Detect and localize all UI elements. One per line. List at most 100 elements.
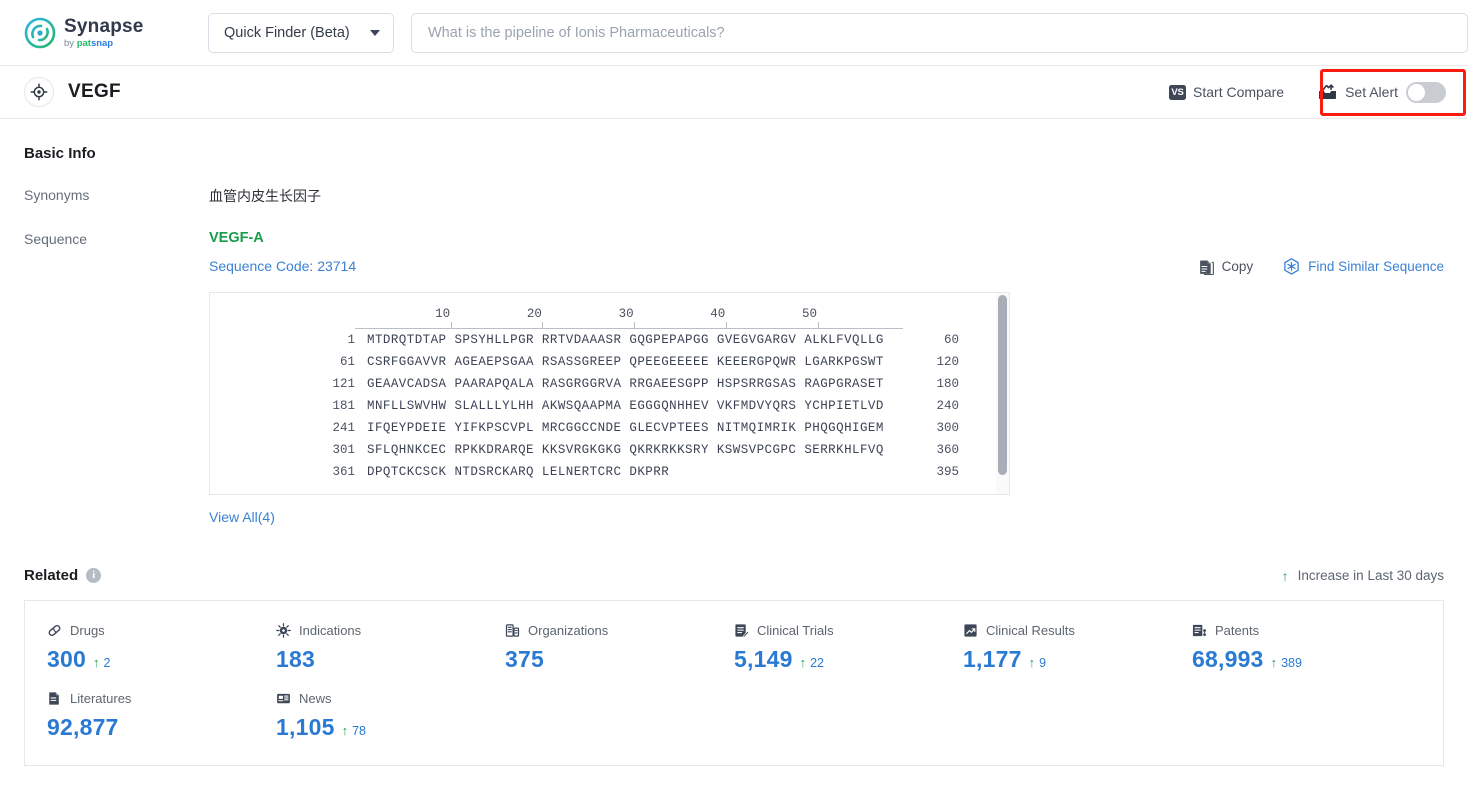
ruler-tick: 10 [435,307,451,321]
sequence-line: 301 SFLQHNKCEC RPKKDRARQE KKSVRGKGKG QKRK… [210,439,1009,461]
stat-value-row: 1,105 ↑ 78 [276,714,505,741]
stats-grid: Drugs 300 ↑ 2 Indications 183 Organizations 375… [25,623,1443,741]
stat-label: Patents [1215,623,1260,638]
sequence-residues: DPQTCKCSCK NTDSRCKARQ LELNERTCRC DKPRR [367,465,670,479]
stat-label-row: Literatures [47,691,276,706]
search-input[interactable] [411,12,1468,53]
sequence-scrollbar-thumb[interactable] [998,295,1007,475]
ruler-tickmark [542,322,544,328]
sequence-residues: GEAAVCADSA PAARAPQALA RASGRGGRVA RRGAEES… [367,377,884,391]
ruler-tick: 50 [801,307,818,321]
ruler-tickmark [634,322,636,328]
up-arrow-icon: ↑ [799,655,807,670]
sequence-start-index: 1 [347,333,355,347]
toggle-knob [1408,83,1425,101]
up-arrow-icon: ↑ [92,655,100,670]
find-similar-label: Find Similar Sequence [1308,259,1444,274]
copy-label: Copy [1221,259,1254,274]
info-icon[interactable]: i [86,568,102,583]
up-arrow-icon: ↑ [1028,655,1036,670]
stat-delta-value: 2 [103,656,111,670]
stat-label: Drugs [70,623,105,638]
stat-value-row: 5,149 ↑ 22 [734,646,963,673]
sequence-viewer[interactable]: 10 20 30 40 50 1 MTDRQTDTAP SPSYHLLPGR RRTVDA… [209,292,1010,495]
copy-button[interactable]: Copy [1199,259,1254,275]
sequence-residues: MNFLLSWVHW SLALLLYLHH AKWSQAAPMA EGGGQNH… [367,399,884,413]
stat-value: 1,105 [276,714,335,740]
stat-card[interactable]: Drugs 300 ↑ 2 [47,623,276,673]
copy-icon [1199,259,1214,275]
set-alert-toggle[interactable] [1406,81,1446,103]
quick-finder-select[interactable]: Quick Finder (Beta) [208,12,394,53]
sequence-residues: SFLQHNKCEC RPKKDRARQE KKSVRGKGKG QKRKRKK… [367,443,884,457]
stat-delta-value: 22 [810,656,824,670]
stat-card[interactable]: Literatures 92,877 [47,691,276,741]
related-header: Related i ↑ Increase in Last 30 days [24,567,1444,584]
stat-value: 92,877 [47,714,119,740]
main-content: Basic Info Synonyms 血管内皮生长因子 Sequence Co… [0,145,1468,766]
vs-badge-icon: VS [1169,84,1187,100]
start-compare-label: Start Compare [1193,84,1285,100]
related-stats-card: Drugs 300 ↑ 2 Indications 183 Organizations 375… [24,600,1444,766]
stat-label: Indications [299,623,362,638]
stat-card[interactable]: Clinical Trials 5,149 ↑ 22 [734,623,963,673]
entity-identity: VEGF [24,77,121,107]
logo-tagline: by patsnap [64,37,114,49]
news-icon [276,691,291,706]
up-arrow-icon: ↑ [1270,655,1278,670]
stat-label-row: Drugs [47,623,276,638]
sequence-content: 10 20 30 40 50 1 MTDRQTDTAP SPSYHLLPGR RRTVDA… [210,293,1009,483]
target-icon [24,77,54,107]
find-similar-sequence-button[interactable]: Find Similar Sequence [1283,258,1444,275]
sequence-name: VEGF-A [209,230,264,246]
sequence-residues: MTDRQTDTAP SPSYHLLPGR RRTVDAAASR GQGPEPA… [367,333,884,347]
synapse-swirl-icon [24,17,56,48]
stat-value: 300 [47,646,86,672]
sequence-line: 241 IFQEYPDEIE YIFKPSCVPL MRCGGCCNDE GLEC… [210,417,1009,439]
start-compare-button[interactable]: VS Start Compare [1169,84,1284,100]
sequence-start-index: 241 [332,421,355,435]
pill-icon [47,623,62,638]
view-all-link[interactable]: View All(4) [209,509,1444,525]
virus-icon [276,623,291,638]
up-arrow-icon: ↑ [1281,567,1289,584]
clinical-result-icon [963,623,978,638]
sequence-line: 1 MTDRQTDTAP SPSYHLLPGR RRTVDAAASR GQGPEP… [210,329,1009,351]
sequence-row: Sequence Copy Find Similar Sequence VEGF… [24,230,1444,525]
stat-card[interactable]: Organizations 375 [505,623,734,673]
logo-name: Synapse [64,15,144,37]
stat-value-row: 300 ↑ 2 [47,646,276,673]
stat-card[interactable]: Patents 68,993 ↑ 389 [1192,623,1421,673]
stat-value: 68,993 [1192,646,1264,672]
stat-delta-value: 389 [1281,656,1302,670]
synonyms-row: Synonyms 血管内皮生长因子 [24,186,1444,206]
alert-inbox-icon [1319,84,1337,100]
ruler-tick: 40 [710,307,726,321]
stat-card[interactable]: Indications 183 [276,623,505,673]
stat-value: 375 [505,646,544,672]
stat-label: Clinical Results [986,623,1075,638]
stat-card[interactable]: News 1,105 ↑ 78 [276,691,505,741]
stat-delta: ↑ 22 [800,656,824,670]
increase-legend: ↑ Increase in Last 30 days [1282,568,1444,583]
app-logo[interactable]: Synapse by patsnap [24,17,174,49]
synonyms-value: 血管内皮生长因子 [209,188,321,204]
ruler-tick: 20 [526,307,542,321]
related-title: Related [24,567,79,584]
sequence-scrollbar[interactable] [996,293,1009,494]
set-alert-control[interactable]: Set Alert [1312,78,1452,107]
sequence-line: 181 MNFLLSWVHW SLALLLYLHH AKWSQAAPMA EGGG… [210,395,1009,417]
stat-delta-value: 9 [1039,656,1047,670]
sequence-start-index: 301 [332,443,355,457]
stat-delta: ↑ 9 [1029,656,1046,670]
stat-value: 183 [276,646,315,672]
stat-value-row: 1,177 ↑ 9 [963,646,1192,673]
synonyms-label: Synonyms [24,187,90,203]
chevron-down-icon [370,29,380,36]
sequence-residues: CSRFGGAVVR AGEAEPSGAA RSASSGREEP QPEEGEE… [367,355,884,369]
stat-label-row: Organizations [505,623,734,638]
stat-delta: ↑ 389 [1271,656,1302,670]
stat-label: News [299,691,332,706]
stat-card[interactable]: Clinical Results 1,177 ↑ 9 [963,623,1192,673]
sequence-residues: IFQEYPDEIE YIFKPSCVPL MRCGGCCNDE GLECVPT… [367,421,884,435]
